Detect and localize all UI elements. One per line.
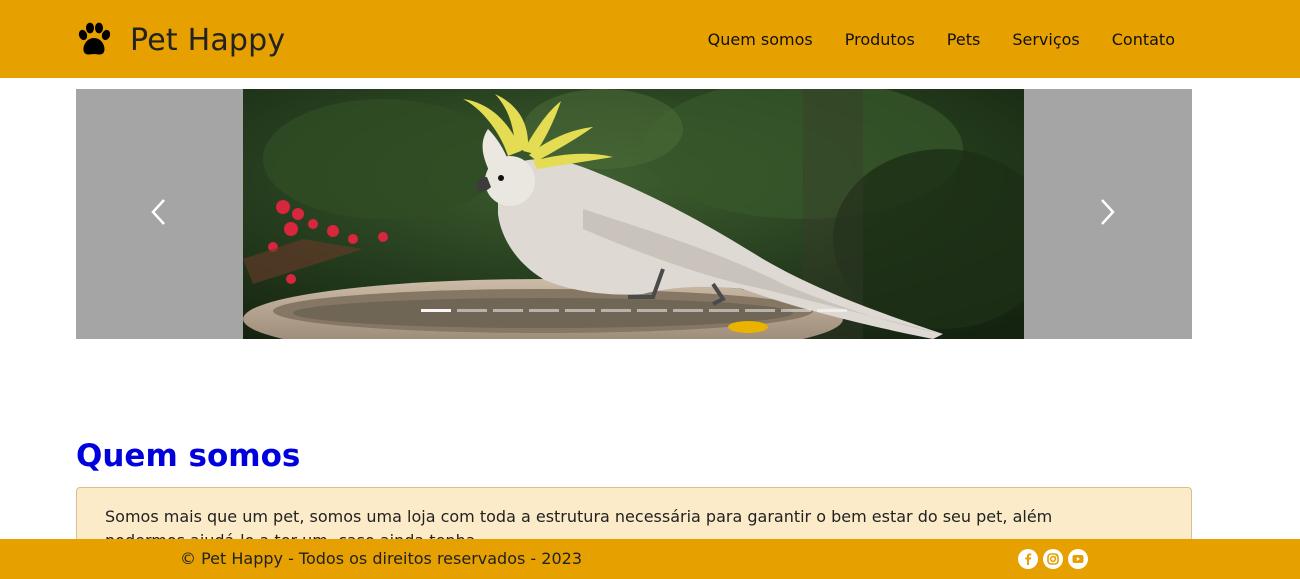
chevron-left-icon bbox=[149, 197, 169, 231]
facebook-icon[interactable] bbox=[1018, 549, 1038, 569]
carousel-indicator[interactable] bbox=[457, 309, 487, 312]
carousel-indicator[interactable] bbox=[709, 309, 739, 312]
carousel-indicator[interactable] bbox=[493, 309, 523, 312]
carousel-prev-button[interactable] bbox=[109, 89, 209, 339]
carousel-indicators bbox=[421, 309, 847, 313]
brand-name: Pet Happy bbox=[130, 22, 286, 58]
carousel-indicator[interactable] bbox=[673, 309, 703, 312]
nav-link-contato[interactable]: Contato bbox=[1112, 30, 1175, 49]
instagram-icon[interactable] bbox=[1043, 549, 1063, 569]
nav-link-servicos[interactable]: Serviços bbox=[1012, 30, 1079, 49]
main-nav: Quem somos Produtos Pets Serviços Contat… bbox=[676, 0, 1175, 78]
carousel-next-button[interactable] bbox=[1057, 89, 1157, 339]
footer-copyright: © Pet Happy - Todos os direitos reservad… bbox=[180, 549, 582, 568]
footer: © Pet Happy - Todos os direitos reservad… bbox=[0, 539, 1300, 579]
nav-link-pets[interactable]: Pets bbox=[947, 30, 981, 49]
section-title-quem-somos: Quem somos bbox=[76, 438, 301, 474]
carousel-indicator[interactable] bbox=[565, 309, 595, 312]
carousel-indicator[interactable] bbox=[637, 309, 667, 312]
hero-carousel bbox=[76, 89, 1192, 339]
carousel-indicator[interactable] bbox=[601, 309, 631, 312]
carousel-indicator[interactable] bbox=[781, 309, 811, 312]
carousel-indicator[interactable] bbox=[745, 309, 775, 312]
paw-icon bbox=[76, 20, 112, 60]
youtube-icon[interactable] bbox=[1068, 549, 1088, 569]
carousel-indicator[interactable] bbox=[817, 309, 847, 312]
carousel-slide-image bbox=[243, 89, 1024, 339]
navbar: Pet Happy Quem somos Produtos Pets Servi… bbox=[0, 0, 1300, 78]
nav-link-quem-somos[interactable]: Quem somos bbox=[708, 30, 813, 49]
nav-link-produtos[interactable]: Produtos bbox=[845, 30, 915, 49]
brand[interactable]: Pet Happy bbox=[76, 20, 285, 60]
carousel-indicator[interactable] bbox=[421, 309, 451, 312]
carousel-indicator[interactable] bbox=[529, 309, 559, 312]
chevron-right-icon bbox=[1097, 197, 1117, 231]
social-links bbox=[1018, 549, 1093, 569]
